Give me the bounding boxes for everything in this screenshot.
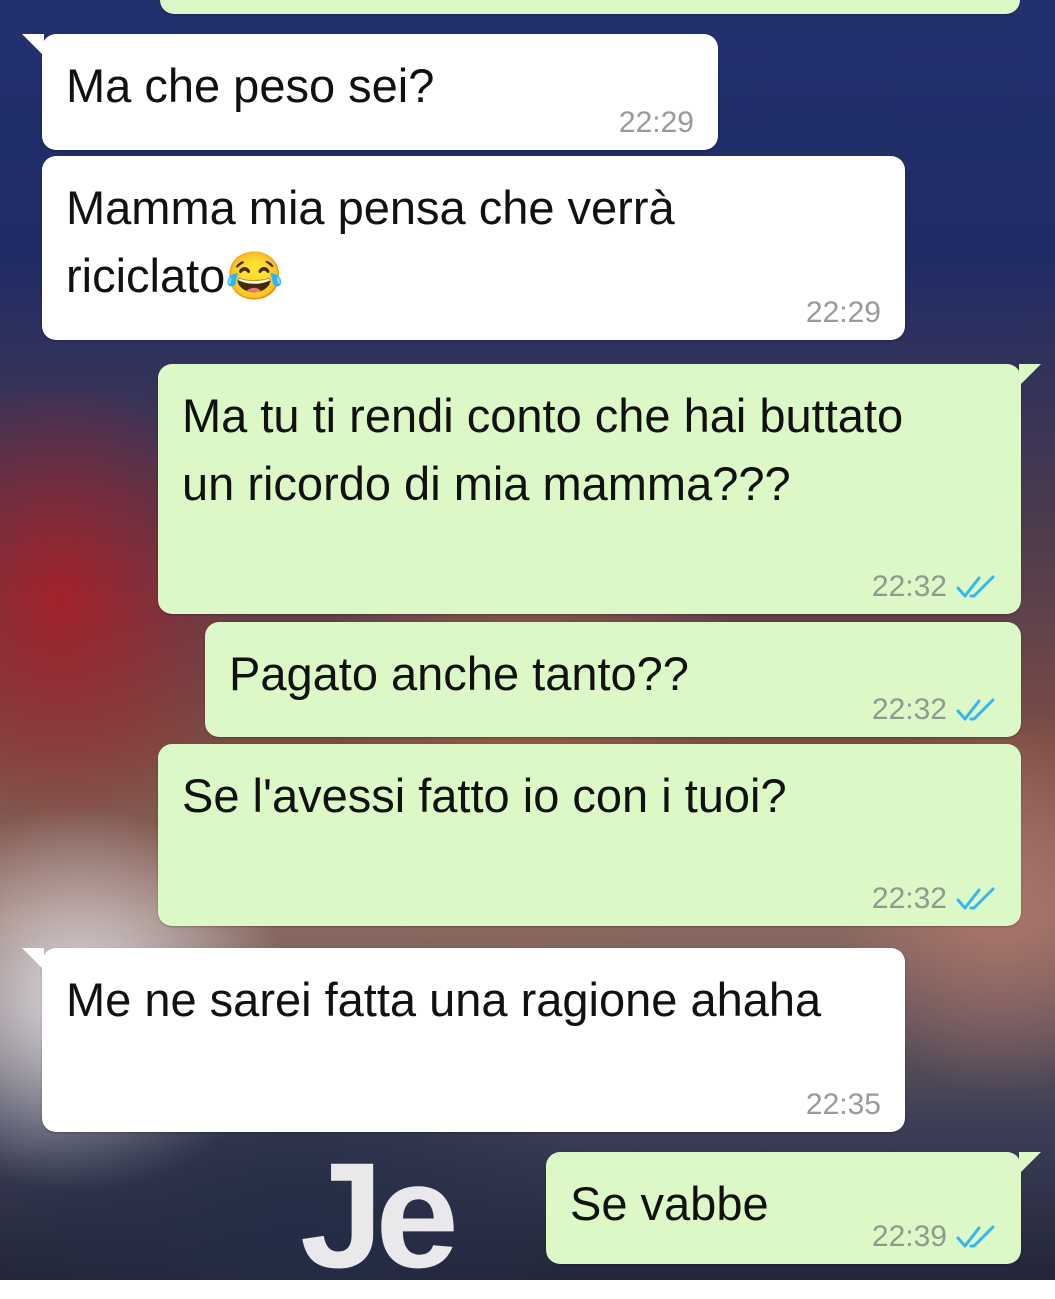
message-bubble-incoming[interactable]: Mamma mia pensa che verrà riciclato😂 22:… — [42, 156, 905, 340]
message-bubble-outgoing[interactable]: Se vabbe 22:39 — [546, 1152, 1041, 1264]
read-ticks-icon — [956, 887, 995, 910]
wallpaper-jersey-text: Je — [300, 1131, 459, 1299]
message-time: 22:32 — [871, 693, 947, 726]
message-time: 22:35 — [805, 1088, 881, 1121]
message-time: 22:32 — [871, 882, 947, 915]
read-ticks-icon — [956, 698, 995, 721]
message-text: Mamma mia pensa che verrà riciclato😂 — [66, 181, 675, 302]
message-text: Ma tu ti rendi conto che hai buttato un … — [182, 389, 904, 510]
message-bubble-outgoing[interactable]: Se l'avessi fatto io con i tuoi? 22:32 — [158, 744, 1021, 926]
message-time: 22:29 — [805, 296, 881, 329]
message-time: 22:32 — [871, 570, 947, 603]
message-bubble-incoming[interactable]: Ma che peso sei? 22:29 — [22, 34, 718, 150]
message-text: Me ne sarei fatta una ragione ahaha — [66, 973, 822, 1026]
message-time: 22:29 — [618, 106, 694, 139]
message-bubble-outgoing[interactable]: Pagato anche tanto?? 22:32 — [205, 622, 1021, 737]
message-bubble-incoming[interactable]: Me ne sarei fatta una ragione ahaha 22:3… — [22, 948, 905, 1132]
message-bubble-partial[interactable] — [160, 0, 1020, 14]
message-bubble-outgoing[interactable]: Ma tu ti rendi conto che hai buttato un … — [158, 364, 1041, 614]
message-time: 22:39 — [871, 1220, 947, 1253]
message-text: Ma che peso sei? — [66, 59, 435, 112]
read-ticks-icon — [956, 1225, 995, 1248]
read-ticks-icon — [956, 575, 995, 598]
message-text: Se l'avessi fatto io con i tuoi? — [182, 769, 787, 822]
